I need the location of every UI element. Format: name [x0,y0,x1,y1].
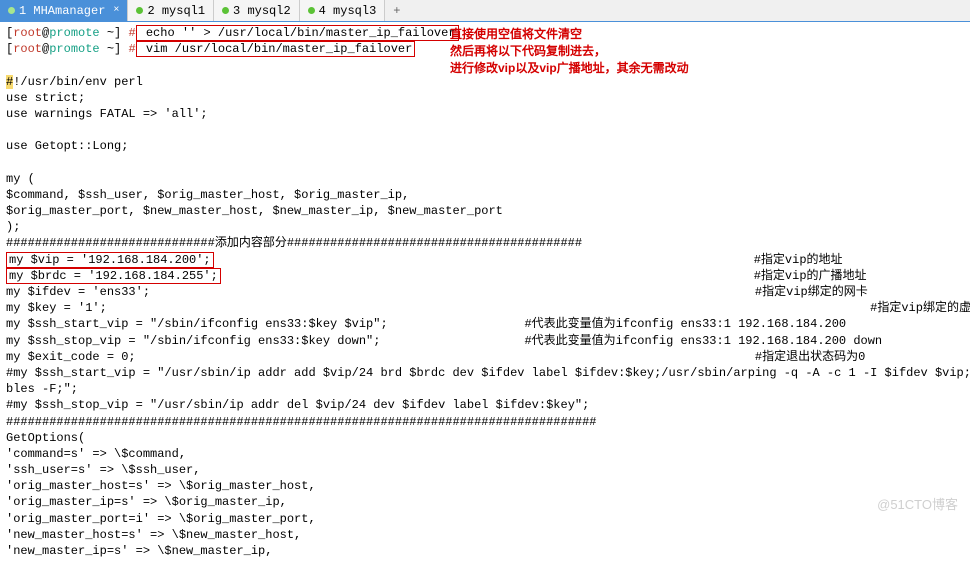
code-line: $command, $ssh_user, $orig_master_host, … [6,188,409,202]
status-dot-icon [222,7,229,14]
tab-label: 4 mysql3 [319,4,377,18]
annotation-line: 进行修改vip以及vip广播地址，其余无需改动 [450,60,689,77]
code-line: 'ssh_user=s' => \$ssh_user, [6,463,200,477]
prompt-path: ~ [100,42,114,56]
code-line: my $ifdev = 'ens33'; #指定vip绑定的网卡 [6,285,868,299]
code-line: !/usr/bin/env perl [13,75,143,89]
code-line: use strict; [6,91,85,105]
status-dot-icon [136,7,143,14]
code-line: GetOptions( [6,431,85,445]
code-line: 'new_master_ip=s' => \$new_master_ip, [6,544,272,558]
code-line: my $ssh_stop_vip = "/sbin/ifconfig ens33… [6,334,882,348]
tab-bar: 1 MHAmanager × 2 mysql1 3 mysql2 4 mysql… [0,0,970,22]
status-dot-icon [308,7,315,14]
terminal-output[interactable]: [root@promote ~] # echo '' > /usr/local/… [0,22,970,562]
close-icon[interactable]: × [113,5,119,16]
code-line: ########################################… [6,415,597,429]
code-line: $orig_master_port, $new_master_host, $ne… [6,204,503,218]
code-line: use warnings FATAL => 'all'; [6,107,208,121]
code-line: 'orig_master_ip=s' => \$orig_master_ip, [6,495,287,509]
highlighted-command: echo '' > /usr/local/bin/master_ip_failo… [136,25,459,41]
code-line: ); [6,220,20,234]
watermark: @51CTO博客 [877,494,958,513]
tab-label: 2 mysql1 [147,4,205,18]
tab-mysql3[interactable]: 4 mysql3 [300,0,386,21]
highlighted-command: vim /usr/local/bin/master_ip_failover [136,41,416,57]
prompt-user: root [13,42,42,56]
tab-label: 3 mysql2 [233,4,291,18]
tab-mhamanager[interactable]: 1 MHAmanager × [0,0,128,21]
code-line: #my $ssh_stop_vip = "/usr/sbin/ip addr d… [6,398,589,412]
code-comment: #指定vip的地址 [214,253,843,267]
code-line: 'orig_master_port=i' => \$orig_master_po… [6,512,316,526]
annotation-box: 直接使用空值将文件清空 然后再将以下代码复制进去， 进行修改vip以及vip广播… [450,26,689,76]
code-line: my $exit_code = 0; #指定退出状态码为0 [6,350,865,364]
annotation-line: 然后再将以下代码复制进去， [450,43,689,60]
plus-icon: + [393,4,400,18]
code-line: bles -F;"; [6,382,78,396]
code-line: 'command=s' => \$command, [6,447,186,461]
code-line: my $key = '1'; #指定vip绑定的虚拟网卡序列号 [6,301,970,315]
tab-mysql2[interactable]: 3 mysql2 [214,0,300,21]
code-comment: #指定vip的广播地址 [221,269,867,283]
code-line: my ( [6,172,35,186]
prompt-user: root [13,26,42,40]
prompt-hash: # [121,42,135,56]
tab-label: 1 MHAmanager [19,4,105,18]
tab-mysql1[interactable]: 2 mysql1 [128,0,214,21]
code-line: #############################添加内容部分#####… [6,236,582,250]
code-line: 'orig_master_host=s' => \$orig_master_ho… [6,479,316,493]
prompt-path: ~ [100,26,114,40]
code-line: #my $ssh_start_vip = "/usr/sbin/ip addr … [6,366,970,380]
add-tab-button[interactable]: + [385,0,408,21]
prompt-hash: # [121,26,135,40]
code-line: use Getopt::Long; [6,139,128,153]
annotation-line: 直接使用空值将文件清空 [450,26,689,43]
code-line: my $ssh_start_vip = "/sbin/ifconfig ens3… [6,317,846,331]
prompt-host: promote [49,42,99,56]
prompt-host: promote [49,26,99,40]
highlighted-var-brdc: my $brdc = '192.168.184.255'; [6,268,221,284]
status-dot-icon [8,7,15,14]
code-line: 'new_master_host=s' => \$new_master_host… [6,528,301,542]
highlighted-var-vip: my $vip = '192.168.184.200'; [6,252,214,268]
